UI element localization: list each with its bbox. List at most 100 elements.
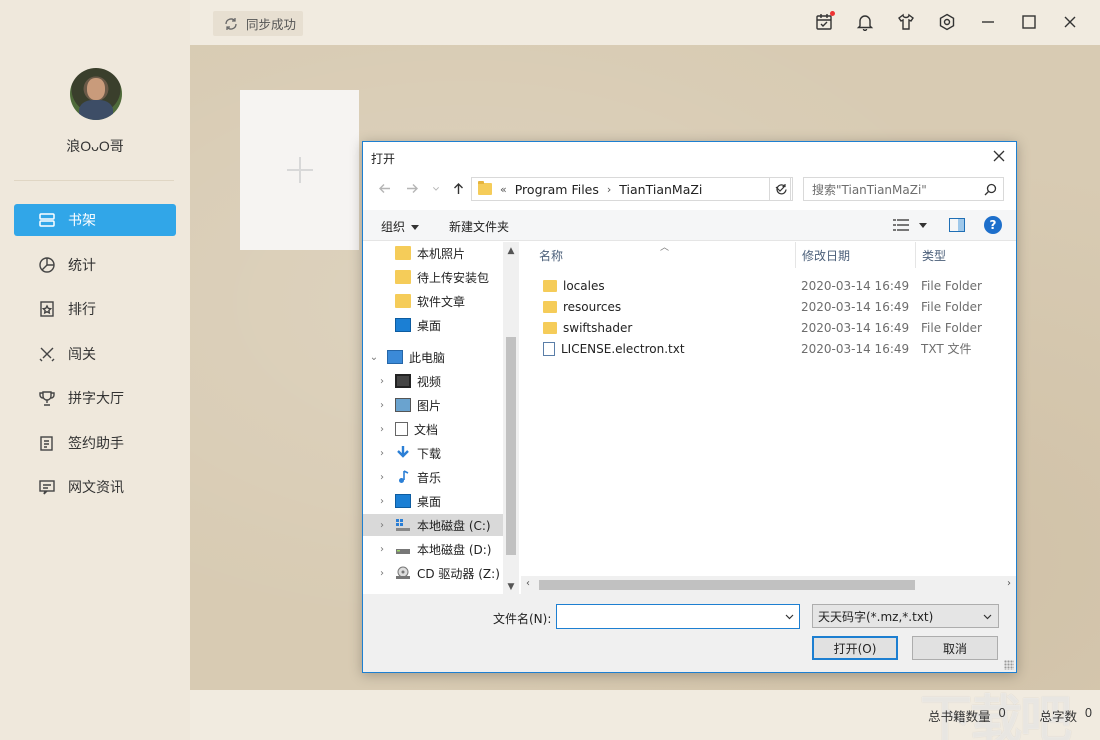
scroll-up-icon[interactable]: ▲ — [506, 246, 516, 256]
tree-item-drive-c[interactable]: › 本地磁盘 (C:) — [363, 514, 503, 536]
close-icon[interactable] — [1060, 12, 1080, 32]
tree-scrollbar[interactable]: ▲ ▼ — [503, 242, 519, 594]
breadcrumb-tiantianmazi[interactable]: TianTianMaZi — [619, 182, 702, 197]
sidebar-item-label: 书架 — [68, 212, 96, 228]
new-folder-button[interactable]: 新建文件夹 — [449, 218, 509, 235]
text-file-icon — [543, 341, 555, 356]
filename-label: 文件名(N): — [493, 612, 552, 626]
trophy-icon — [38, 389, 56, 407]
tree-item[interactable]: › CD 驱动器 (Z:) — [363, 562, 503, 584]
tree-item[interactable]: › 视频 — [363, 370, 503, 392]
refresh-button[interactable] — [769, 177, 793, 201]
crossed-swords-icon — [38, 345, 56, 363]
view-options-icon[interactable] — [893, 218, 909, 232]
avatar[interactable] — [70, 68, 122, 120]
maximize-icon[interactable] — [1019, 12, 1039, 32]
up-button[interactable] — [449, 179, 467, 197]
total-books-value: 0 — [998, 706, 1006, 720]
sidebar-item-typing-hall[interactable]: 拼字大厅 — [14, 382, 176, 414]
sidebar-item-label: 排行 — [68, 301, 96, 317]
chevron-down-icon[interactable] — [785, 612, 794, 621]
tree-item[interactable]: › 桌面 — [363, 490, 503, 512]
help-icon[interactable]: ? — [984, 216, 1002, 234]
tree-item[interactable]: 待上传安装包 — [363, 266, 503, 288]
recent-locations-button[interactable] — [431, 179, 441, 197]
sidebar-item-news[interactable]: 网文资讯 — [14, 471, 176, 503]
tshirt-icon[interactable] — [896, 12, 916, 32]
breadcrumb-overflow[interactable]: « — [500, 183, 507, 196]
sidebar-item-contract-assistant[interactable]: 签约助手 — [14, 427, 176, 459]
file-list-scrollbar[interactable]: ‹ › — [521, 576, 1016, 594]
file-type-select[interactable]: 天天码字(*.mz,*.txt) — [812, 604, 999, 628]
chevron-right-icon[interactable]: › — [377, 520, 387, 531]
scroll-left-icon[interactable]: ‹ — [526, 578, 530, 589]
sync-status-button[interactable]: 同步成功 — [213, 11, 303, 36]
search-input[interactable]: 搜索"TianTianMaZi" — [803, 177, 1004, 201]
chevron-down-icon — [983, 614, 992, 620]
sidebar-item-stats[interactable]: 统计 — [14, 249, 176, 281]
resize-grip[interactable] — [1004, 660, 1014, 670]
tree-item[interactable]: 桌面 — [363, 314, 503, 336]
preview-pane-icon[interactable] — [949, 218, 965, 232]
download-icon — [395, 446, 411, 460]
folder-icon — [543, 279, 557, 292]
chevron-right-icon[interactable]: › — [377, 472, 387, 483]
chevron-down-icon[interactable]: ⌄ — [369, 352, 379, 363]
file-row[interactable]: resources 2020-03-14 16:49 File Folder — [521, 296, 1016, 317]
folder-icon — [478, 181, 492, 195]
chevron-right-icon[interactable]: › — [377, 424, 387, 435]
view-dropdown-icon[interactable] — [919, 223, 927, 228]
file-row[interactable]: locales 2020-03-14 16:49 File Folder — [521, 275, 1016, 296]
sidebar-item-label: 拼字大厅 — [68, 390, 124, 406]
address-bar[interactable]: « Program Files › TianTianMaZi — [471, 177, 791, 201]
dialog-footer: 文件名(N): 天天码字(*.mz,*.txt) 打开(O) 取消 — [363, 594, 1016, 672]
open-button[interactable]: 打开(O) — [812, 636, 898, 660]
organize-button[interactable]: 组织 — [381, 218, 419, 235]
tree-item-this-pc[interactable]: ⌄ 此电脑 — [363, 346, 503, 368]
tree-item[interactable]: 本机照片 — [363, 242, 503, 264]
arrow-up-icon — [453, 182, 463, 194]
cancel-button[interactable]: 取消 — [912, 636, 998, 660]
sidebar-item-bookshelf[interactable]: 书架 — [14, 204, 176, 236]
file-row[interactable]: LICENSE.electron.txt 2020-03-14 16:49 TX… — [521, 338, 1016, 359]
column-header-type[interactable]: 类型 — [916, 242, 1016, 268]
settings-icon[interactable] — [937, 12, 957, 32]
total-words-label: 总字数 — [1039, 710, 1078, 724]
chevron-right-icon[interactable]: › — [377, 496, 387, 507]
column-header-date[interactable]: 修改日期 — [796, 242, 916, 268]
back-button[interactable] — [375, 179, 393, 197]
sidebar-item-label: 网文资讯 — [68, 479, 124, 495]
scroll-right-icon[interactable]: › — [1007, 578, 1011, 589]
chevron-right-icon[interactable]: › — [377, 376, 387, 387]
tree-item[interactable]: › 图片 — [363, 394, 503, 416]
tree-item[interactable]: › 本地磁盘 (D:) — [363, 538, 503, 560]
scrollbar-thumb[interactable] — [506, 337, 516, 555]
calendar-check-icon[interactable] — [814, 11, 835, 32]
filename-input[interactable] — [556, 604, 800, 629]
chevron-right-icon[interactable]: › — [377, 568, 387, 579]
forward-button[interactable] — [403, 179, 421, 197]
tree-item[interactable]: 软件文章 — [363, 290, 503, 312]
file-row[interactable]: swiftshader 2020-03-14 16:49 File Folder — [521, 317, 1016, 338]
desktop-icon — [395, 318, 411, 332]
open-file-dialog: 打开 « Program Files › TianTianMaZi 搜索"Tia… — [362, 141, 1017, 673]
folder-icon — [395, 270, 411, 284]
bell-icon[interactable] — [855, 12, 875, 32]
sidebar-item-challenge[interactable]: 闯关 — [14, 338, 176, 370]
chevron-right-icon[interactable]: › — [377, 400, 387, 411]
tree-item[interactable]: › 文档 — [363, 418, 503, 440]
scroll-down-icon[interactable]: ▼ — [506, 582, 516, 592]
chevron-right-icon[interactable]: › — [377, 544, 387, 555]
scrollbar-thumb[interactable] — [539, 580, 915, 590]
column-header-name[interactable]: 名称 — [521, 242, 796, 268]
minimize-icon[interactable] — [978, 12, 998, 32]
news-icon — [38, 478, 56, 496]
chevron-right-icon[interactable]: › — [377, 448, 387, 459]
tree-item[interactable]: › 下载 — [363, 442, 503, 464]
tree-item[interactable]: › 音乐 — [363, 466, 503, 488]
sidebar-item-ranking[interactable]: 排行 — [14, 293, 176, 325]
dialog-close-button[interactable] — [990, 147, 1008, 165]
breadcrumb-program-files[interactable]: Program Files — [515, 182, 599, 197]
refresh-icon — [775, 183, 787, 194]
add-book-card[interactable] — [240, 90, 359, 250]
